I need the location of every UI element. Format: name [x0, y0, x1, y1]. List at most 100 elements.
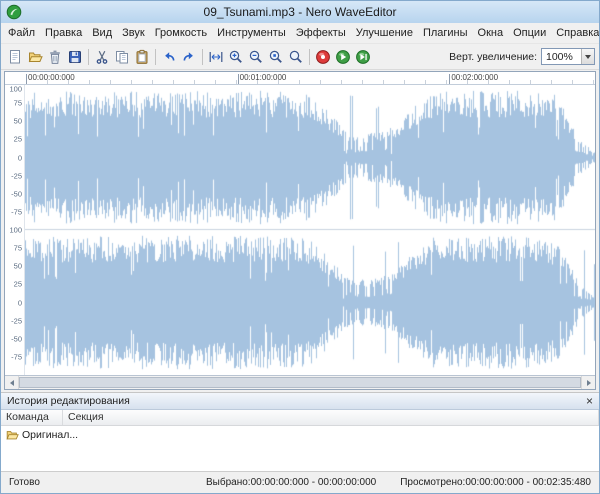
status-ready: Готово [9, 477, 40, 488]
folder-icon [27, 49, 43, 65]
zoom-to-selection-button[interactable] [206, 47, 226, 67]
menu-item-9[interactable]: Окна [473, 25, 509, 41]
axis-label: -25 [11, 171, 22, 181]
axis-label: 0 [17, 153, 22, 162]
toolbar-separator [309, 48, 310, 65]
axis-label: 75 [13, 243, 22, 253]
status-bar: Готово Выбрано:00:00:00:000 - 00:00:00:0… [1, 471, 599, 493]
record-button[interactable] [313, 47, 333, 67]
waveform-area[interactable] [25, 85, 595, 375]
scissors-icon [94, 49, 110, 65]
scroll-right-button[interactable] [581, 376, 595, 389]
history-row[interactable]: Оригинал... [1, 426, 599, 443]
history-columns: Команда Секция [1, 410, 599, 426]
ruler-tick [26, 74, 27, 84]
history-column-header: Секция [63, 410, 599, 425]
toolbar-separator [88, 48, 89, 65]
cut-button[interactable] [92, 47, 112, 67]
redo-button[interactable] [179, 47, 199, 67]
axis-label: 0 [17, 298, 22, 307]
menu-item-1[interactable]: Правка [40, 25, 87, 41]
menu-bar: Файл Правка Вид Звук Громкость Инструменты Эфф… [1, 23, 599, 43]
menu-item-8[interactable]: Плагины [418, 25, 473, 41]
axis-label: -25 [11, 316, 22, 326]
waveform-canvas[interactable] [25, 85, 595, 375]
paste-button[interactable] [132, 47, 152, 67]
status-viewed: Просмотрено:00:00:00:000 - 00:02:35:480 [400, 477, 591, 488]
clipboard-icon [134, 49, 150, 65]
zoom-full-button[interactable] [286, 47, 306, 67]
zoom-out-button[interactable] [246, 47, 266, 67]
play-button[interactable] [333, 47, 353, 67]
history-rows: Оригинал... [1, 426, 599, 471]
axis-label: 100 [9, 84, 22, 94]
zoom-in-icon [228, 49, 244, 65]
play-all-button[interactable] [353, 47, 373, 67]
axis-label: -75 [11, 207, 22, 217]
axis-label: 75 [13, 98, 22, 108]
undo-icon [161, 49, 177, 65]
menu-item-11[interactable]: Справка [551, 25, 599, 41]
history-panel-header: История редактирования × [1, 393, 599, 410]
trash-icon [47, 49, 63, 65]
copy-button[interactable] [112, 47, 132, 67]
combo-button[interactable] [581, 49, 594, 64]
menu-item-6[interactable]: Эффекты [291, 25, 351, 41]
axis-label: -75 [11, 352, 22, 362]
folder-icon [5, 428, 19, 442]
time-ruler[interactable]: 00:00:00:000 00:01:00:000 00:02:00:000 [5, 72, 595, 85]
ruler-tick [237, 74, 239, 84]
axis-label: 25 [13, 134, 22, 144]
floppy-icon [67, 49, 83, 65]
copy-icon [114, 49, 130, 65]
ruler-timestamp: 00:02:00:000 [451, 73, 499, 82]
app-window: 09_Tsunami.mp3 - Nero WaveEditor Файл Пра… [0, 0, 600, 494]
zoom-out-icon [248, 49, 264, 65]
history-row-label: Оригинал... [22, 428, 79, 441]
delete-button[interactable] [45, 47, 65, 67]
horizontal-scrollbar[interactable] [5, 375, 595, 389]
vertical-zoom-group: Верт. увеличение: 100% [449, 48, 595, 65]
menu-item-3[interactable]: Звук [117, 25, 150, 41]
scroll-left-button[interactable] [5, 376, 19, 389]
menu-item-5[interactable]: Инструменты [212, 25, 291, 41]
axis-label: 100 [9, 225, 22, 235]
ruler-timestamp: 00:00:00:000 [28, 73, 75, 82]
fit-width-icon [208, 49, 224, 65]
zoom-sel-icon [268, 49, 284, 65]
menu-item-2[interactable]: Вид [87, 25, 117, 41]
redo-icon [181, 49, 197, 65]
menu-item-10[interactable]: Опции [508, 25, 551, 41]
window-title: 09_Tsunami.mp3 - Nero WaveEditor [203, 5, 397, 19]
axis-label: -50 [11, 189, 22, 199]
open-file-button[interactable] [25, 47, 45, 67]
title-bar[interactable]: 09_Tsunami.mp3 - Nero WaveEditor [1, 1, 599, 23]
toolbar: Верт. увеличение: 100% [1, 43, 599, 70]
undo-button[interactable] [159, 47, 179, 67]
chevron-down-icon [585, 54, 591, 59]
menu-item-0[interactable]: Файл [3, 25, 40, 41]
status-selected: Выбрано:00:00:00:000 - 00:00:00:000 [206, 477, 377, 488]
close-icon[interactable]: × [586, 395, 593, 407]
menu-item-4[interactable]: Громкость [150, 25, 212, 41]
ruler-tick [449, 74, 451, 84]
play-icon [335, 49, 351, 65]
toolbar-separator [202, 48, 203, 65]
zoom-all-icon [288, 49, 304, 65]
vertical-zoom-value: 100% [546, 50, 573, 63]
toolbar-separator [155, 48, 156, 65]
save-button[interactable] [65, 47, 85, 67]
axis-label: 50 [13, 261, 22, 271]
scroll-left-icon [9, 379, 14, 386]
app-icon[interactable] [6, 4, 22, 20]
record-icon [315, 49, 331, 65]
menu-item-7[interactable]: Улучшение [351, 25, 418, 41]
scrollbar-thumb[interactable] [19, 377, 581, 388]
vertical-zoom-select[interactable]: 100% [541, 48, 595, 65]
axis-label: 50 [13, 116, 22, 126]
zoom-region-button[interactable] [266, 47, 286, 67]
new-file-button[interactable] [5, 47, 25, 67]
scroll-right-icon [586, 379, 591, 386]
zoom-in-button[interactable] [226, 47, 246, 67]
ruler-scale: 00:00:00:000 00:01:00:000 00:02:00:000 [26, 72, 595, 84]
